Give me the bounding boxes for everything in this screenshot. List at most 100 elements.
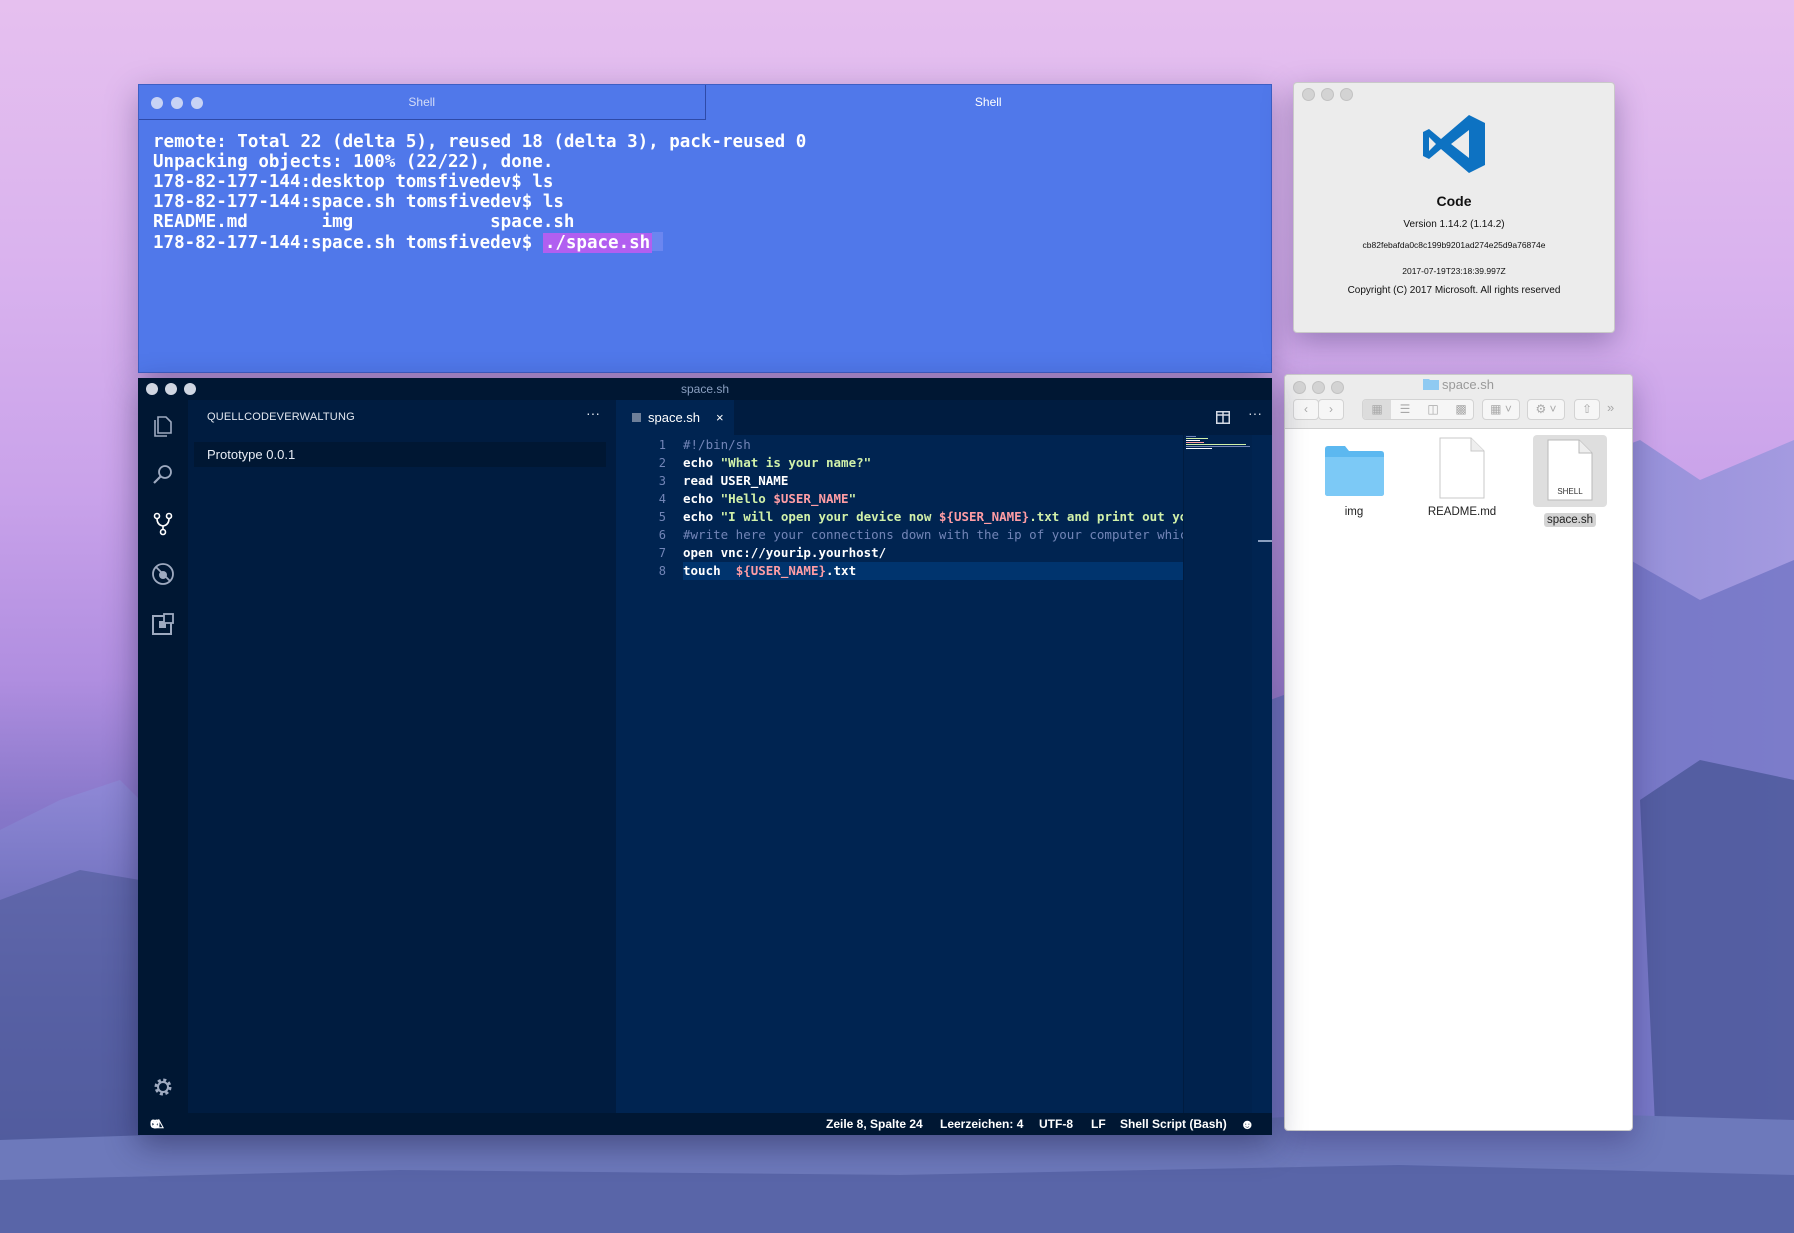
terminal-tab-1[interactable]: Shell <box>139 85 706 120</box>
terminal-line: remote: Total 22 (delta 5), reused 18 (d… <box>153 132 807 152</box>
file-type-badge: SHELL <box>1557 487 1583 496</box>
action-gear-button[interactable]: ⚙ ˅ <box>1527 399 1565 420</box>
more-toolbar-icon[interactable]: » <box>1607 400 1614 415</box>
code-token: echo <box>683 491 721 506</box>
code-token: "I will open your device now <box>720 509 939 524</box>
minimize-window-button[interactable] <box>165 383 177 395</box>
extensions-icon[interactable] <box>151 612 175 636</box>
about-copyright: Copyright (C) 2017 Microsoft. All rights… <box>1347 285 1561 296</box>
problems-status[interactable]: ⊗ 0 ⚠ 0 <box>150 1113 164 1135</box>
eol-status[interactable]: LF <box>1091 1113 1106 1135</box>
code-token: ${USER_NAME} <box>938 509 1030 524</box>
code-token: " <box>848 491 857 506</box>
search-icon[interactable] <box>151 462 175 486</box>
terminal-cursor <box>652 232 664 251</box>
finder-window[interactable]: space.sh ‹ › ▦ ☰ ◫ ▩ ▦ ˅ ⚙ ˅ ⇧ » img REA… <box>1284 374 1633 1131</box>
explorer-icon[interactable] <box>151 414 175 438</box>
source-control-sidebar: QUELLCODEVERWALTUNG ··· Prototype 0.0.1 <box>188 400 616 1113</box>
finder-item-label: README.md <box>1427 506 1497 518</box>
sidebar-title: QUELLCODEVERWALTUNG <box>207 411 355 423</box>
scrollbar-cursor-marker <box>1258 540 1272 542</box>
about-app-name: Code <box>1436 193 1472 209</box>
arrange-button[interactable]: ▦ ˅ <box>1482 399 1520 420</box>
icon-view-icon[interactable]: ▦ <box>1363 400 1391 419</box>
about-code-window[interactable]: Code Version 1.14.2 (1.14.2) cb82febafda… <box>1293 82 1615 333</box>
more-actions-icon[interactable]: ··· <box>586 405 600 421</box>
line-number: 7 <box>658 546 666 560</box>
zoom-window-button[interactable] <box>1340 88 1353 101</box>
finder-item-space-sh[interactable]: SHELL space.sh <box>1524 435 1616 527</box>
tab-space-sh[interactable]: space.sh × <box>616 400 734 435</box>
terminal-window[interactable]: Shell Shell remote: Total 22 (delta 5), … <box>138 84 1272 373</box>
editor-area[interactable]: space.sh × ··· 1 2 3 4 5 6 7 8 #!/bin/sh… <box>616 400 1272 1113</box>
finder-item-img[interactable]: img <box>1308 435 1400 519</box>
terminal-tab-2[interactable]: Shell <box>706 85 1272 119</box>
code-line[interactable]: touch ${USER_NAME}.txt <box>683 562 1183 580</box>
line-number: 8 <box>658 564 666 578</box>
terminal-tab-1-label: Shell <box>408 95 436 109</box>
code-line[interactable]: read USER_NAME <box>683 472 1183 490</box>
vscode-window[interactable]: space.sh QUELLCODEVERWALTUNG ··· Prototy… <box>138 378 1272 1135</box>
gear-icon[interactable] <box>151 1075 175 1099</box>
code-token: open vnc://yourip.yourhost/ <box>683 545 887 560</box>
zoom-window-button[interactable] <box>191 97 203 109</box>
smiley-icon[interactable]: ☻ <box>1240 1113 1255 1135</box>
activity-bar <box>138 400 188 1113</box>
terminal-line: 178-82-177-144:space.sh tomsfivedev$ ls <box>153 192 564 212</box>
cursor-position-status[interactable]: Zeile 8, Spalte 24 <box>826 1113 923 1135</box>
code-token: read USER_NAME <box>683 473 789 488</box>
code-line[interactable]: #!/bin/sh <box>683 436 1183 454</box>
file-icon <box>632 413 641 422</box>
terminal-tab-bar: Shell Shell <box>139 85 1272 120</box>
about-date: 2017-07-19T23:18:39.997Z <box>1402 266 1506 276</box>
forward-button[interactable]: › <box>1318 399 1344 420</box>
sidebar-item-repository[interactable]: Prototype 0.0.1 <box>194 442 606 467</box>
share-button[interactable]: ⇧ <box>1574 399 1600 420</box>
source-control-icon[interactable] <box>151 512 175 536</box>
tab-label: space.sh <box>648 410 701 425</box>
close-window-button[interactable] <box>1302 88 1315 101</box>
vertical-scrollbar[interactable] <box>1258 435 1272 1113</box>
status-bar: ⊗ 0 ⚠ 0 Zeile 8, Spalte 24 Leerzeichen: … <box>138 1113 1272 1135</box>
terminal-tab-2-label: Shell <box>974 95 1002 109</box>
code-line[interactable]: #write here your connections down with t… <box>683 526 1183 544</box>
about-version: Version 1.14.2 (1.14.2) <box>1403 219 1505 230</box>
cover-flow-icon[interactable]: ▩ <box>1447 400 1475 419</box>
close-window-button[interactable] <box>151 97 163 109</box>
minimap[interactable] <box>1183 435 1252 1113</box>
code-token: "Hello <box>720 491 774 506</box>
minimap-preview <box>1186 436 1250 449</box>
code-line[interactable]: open vnc://yourip.yourhost/ <box>683 544 1183 562</box>
zoom-window-button[interactable] <box>184 383 196 395</box>
code-line[interactable]: echo "Hello $USER_NAME" <box>683 490 1183 508</box>
back-button[interactable]: ‹ <box>1293 399 1319 420</box>
close-icon[interactable]: × <box>716 400 724 435</box>
code-token: $USER_NAME <box>773 491 849 506</box>
view-mode-segment[interactable]: ▦ ☰ ◫ ▩ <box>1362 399 1474 420</box>
editor-tab-bar: space.sh × ··· <box>616 400 1272 435</box>
code-token: "What is your name?" <box>720 455 872 470</box>
line-number-gutter: 1 2 3 4 5 6 7 8 <box>616 435 666 580</box>
language-mode-status[interactable]: Shell Script (Bash) <box>1120 1113 1227 1135</box>
terminal-output[interactable]: remote: Total 22 (delta 5), reused 18 (d… <box>153 132 1257 253</box>
minimize-window-button[interactable] <box>171 97 183 109</box>
debug-icon[interactable] <box>151 562 175 586</box>
finder-item-label: space.sh <box>1543 513 1597 527</box>
code-token: echo <box>683 455 721 470</box>
column-view-icon[interactable]: ◫ <box>1419 400 1447 419</box>
close-window-button[interactable] <box>146 383 158 395</box>
split-editor-icon[interactable] <box>1216 411 1230 424</box>
code-line[interactable]: echo "I will open your device now ${USER… <box>683 508 1183 526</box>
more-actions-icon[interactable]: ··· <box>1248 405 1262 421</box>
line-number: 1 <box>658 438 666 452</box>
finder-toolbar: space.sh ‹ › ▦ ☰ ◫ ▩ ▦ ˅ ⚙ ˅ ⇧ » <box>1285 375 1632 429</box>
indentation-status[interactable]: Leerzeichen: 4 <box>940 1113 1023 1135</box>
finder-item-readme[interactable]: README.md <box>1416 435 1508 519</box>
line-number: 2 <box>658 456 666 470</box>
list-view-icon[interactable]: ☰ <box>1391 400 1419 419</box>
warning-count: 0 <box>153 1117 161 1131</box>
minimize-window-button[interactable] <box>1321 88 1334 101</box>
code-line[interactable]: echo "What is your name?" <box>683 454 1183 472</box>
code-editor[interactable]: #!/bin/sh echo "What is your name?" read U… <box>683 435 1183 580</box>
encoding-status[interactable]: UTF-8 <box>1039 1113 1073 1135</box>
